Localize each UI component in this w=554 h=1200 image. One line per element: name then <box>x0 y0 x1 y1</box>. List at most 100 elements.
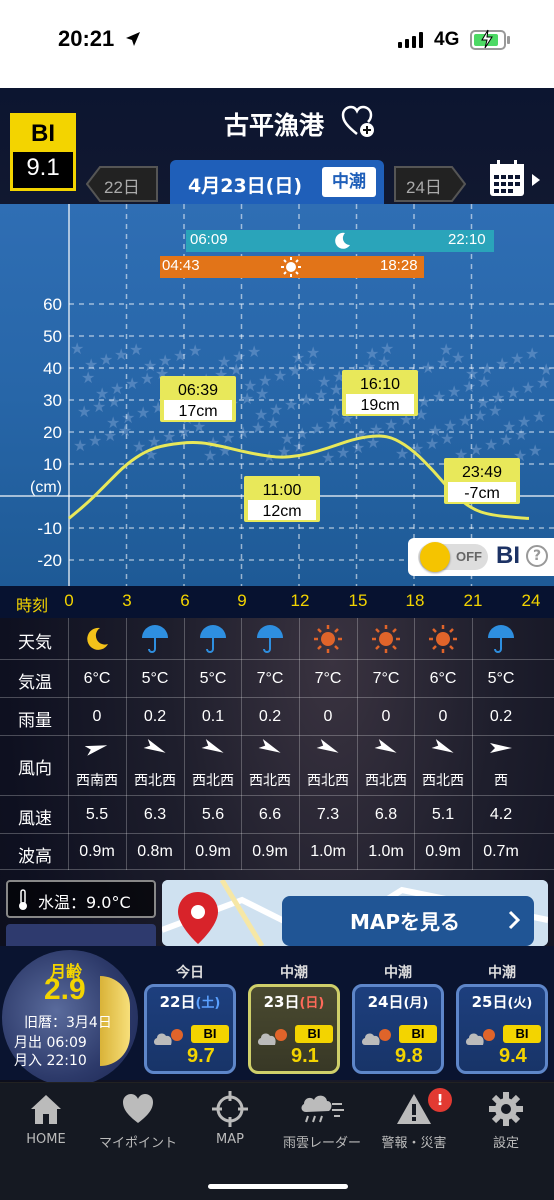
tide-annotation-value: 17cm <box>178 403 217 420</box>
bi-toggle-label: BI <box>496 542 520 569</box>
status-bar: 20:21 4G <box>0 0 554 88</box>
temp-cell: 7°C <box>372 670 400 687</box>
wind-speed-cell: 4.2 <box>489 806 513 823</box>
rain-cell: 0.2 <box>143 708 167 725</box>
cloud-sun-icon <box>361 1025 397 1053</box>
moonset-time: 22:10 <box>448 231 486 248</box>
tab-map[interactable]: MAP <box>184 1090 276 1147</box>
view-map-label: MAPを見る <box>350 910 461 934</box>
tide-annotation-time: 06:39 <box>178 382 218 399</box>
bi-star-decoration: ★ <box>439 340 453 359</box>
tab-settings[interactable]: 設定 <box>460 1090 552 1151</box>
tab-label: マイポイント <box>98 1136 177 1151</box>
sun-weather-icon <box>313 624 343 658</box>
day-label: 中潮 <box>280 965 308 981</box>
day-card[interactable]: 23日(日) BI 9.1 <box>248 984 340 1074</box>
tide-annotation-value: 19cm <box>360 397 399 414</box>
bi-star-decoration: ★ <box>384 415 398 434</box>
temp-cell: 5°C <box>487 670 515 687</box>
bi-star-decoration: ★ <box>417 392 431 411</box>
add-favorite-heart-icon[interactable] <box>340 104 376 144</box>
bi-star-decoration: ★ <box>88 431 102 450</box>
prev-date-button[interactable]: 22日 <box>86 166 158 202</box>
time-tick: 18 <box>405 591 425 610</box>
rain-cell: 0 <box>92 708 102 725</box>
bi-star-decoration: ★ <box>365 344 379 363</box>
next-info-card[interactable] <box>6 924 156 946</box>
wave-cell: 0.9m <box>425 843 461 860</box>
day-card[interactable]: 25日(火) BI 9.4 <box>456 984 548 1074</box>
bi-star-decoration: ★ <box>528 441 542 460</box>
network-type: 4G <box>434 29 460 50</box>
sunset-time: 18:28 <box>380 257 418 274</box>
help-icon[interactable]: ? <box>526 545 548 567</box>
chevron-right-icon <box>508 910 521 934</box>
moonset-label: 月入 22:10 <box>14 1053 87 1069</box>
bi-star-decoration: ★ <box>284 395 298 414</box>
tab-rain-radar[interactable]: 雨雲レーダー <box>276 1090 368 1151</box>
tab-my-point[interactable]: マイポイント <box>92 1090 184 1151</box>
temp-cell: 6°C <box>429 670 457 687</box>
bi-star-decoration: ★ <box>539 360 553 379</box>
umbrella-weather-icon <box>486 624 516 658</box>
view-map-button[interactable]: MAPを見る <box>282 896 534 946</box>
bi-star-decoration: ★ <box>77 402 91 421</box>
tide-annotation-time: 23:49 <box>462 464 502 481</box>
bi-star-decoration: ★ <box>476 393 490 412</box>
moon-weather-icon <box>82 624 112 658</box>
signal-icon <box>398 32 423 48</box>
day-card-bi-label: BI <box>503 1025 541 1043</box>
time-axis-row: 時刻 0 3 6 9 12 15 18 21 24 <box>0 586 554 618</box>
bi-star-decoration: ★ <box>310 419 324 438</box>
tab-label: 設定 <box>492 1136 519 1151</box>
lunar-date: 旧暦：3月4日 <box>24 1015 112 1031</box>
chevron-right-icon[interactable] <box>530 172 542 192</box>
bi-star-decoration: ★ <box>295 424 309 443</box>
umbrella-weather-icon <box>198 624 228 658</box>
bi-star-decoration: ★ <box>188 341 202 360</box>
bi-score-label: BI <box>13 116 73 152</box>
sun-weather-icon <box>371 624 401 658</box>
rain-cell: 0.2 <box>489 708 513 725</box>
bi-toggle[interactable]: OFF BI ? <box>408 538 554 576</box>
sun-weather-icon <box>428 624 458 658</box>
bi-star-decoration: ★ <box>506 383 520 402</box>
time-axis-title: 時刻 <box>16 596 49 615</box>
wind-dir-cell: 西北西 <box>134 773 176 789</box>
day-card[interactable]: 22日(土) BI 9.7 <box>144 984 236 1074</box>
bi-star-decoration: ★ <box>99 350 113 369</box>
bi-star-decoration: ★ <box>432 387 446 406</box>
wind-speed-cell: 7.3 <box>316 806 340 823</box>
bi-star-decoration: ★ <box>121 408 135 427</box>
bi-star-decoration: ★ <box>129 340 143 359</box>
temp-cell: 5°C <box>199 670 227 687</box>
bi-star-decoration: ★ <box>502 417 516 436</box>
map-card[interactable]: MAPを見る <box>162 880 548 946</box>
y-tick-label: 50 <box>43 327 62 346</box>
bi-star-decoration: ★ <box>291 348 305 367</box>
alert-badge: ! <box>428 1088 452 1112</box>
wave-cell: 0.9m <box>195 843 231 860</box>
next-date-button[interactable]: 24日 <box>394 166 466 202</box>
rain-cell: 0 <box>438 708 448 725</box>
bi-toggle-switch[interactable]: OFF <box>418 542 488 572</box>
next-date-label: 24日 <box>406 178 442 197</box>
status-time: 20:21 <box>58 26 115 51</box>
bi-star-decoration: ★ <box>484 435 498 454</box>
bi-score-box: BI 9.1 <box>10 113 76 191</box>
bi-star-decoration: ★ <box>521 378 535 397</box>
gear-icon <box>489 1092 523 1126</box>
wind-speed-cell: 6.8 <box>374 806 398 823</box>
day-card[interactable]: 24日(月) BI 9.8 <box>352 984 444 1074</box>
wind-speed-cell: 6.3 <box>143 806 167 823</box>
time-tick: 21 <box>463 591 483 610</box>
calendar-icon[interactable] <box>488 158 526 202</box>
wave-cell: 0.8m <box>137 843 173 860</box>
rain-cell: 0 <box>381 708 391 725</box>
tab-home[interactable]: HOME <box>0 1090 92 1147</box>
tab-label: HOME <box>26 1132 66 1147</box>
charging-bolt-icon <box>480 29 494 53</box>
y-tick-label: 40 <box>43 359 62 378</box>
moon-icon <box>332 231 352 255</box>
time-tick: 15 <box>348 591 368 610</box>
